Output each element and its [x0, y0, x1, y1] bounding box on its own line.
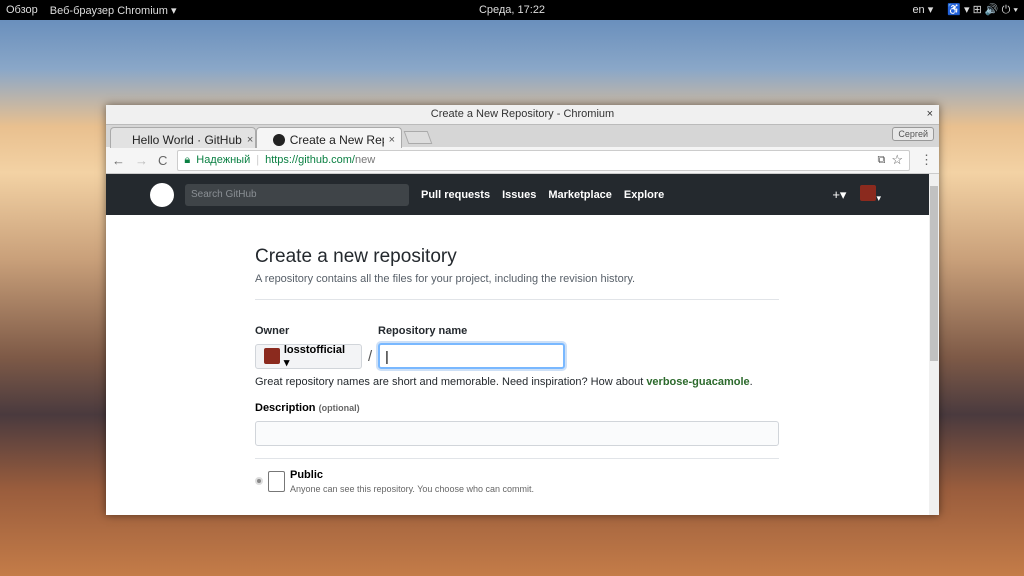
- description-label: Description: [255, 402, 316, 414]
- tab-hello-world[interactable]: Hello World · GitHub ×: [110, 127, 256, 148]
- browser-toolbar: ← → C 🔒︎ Надежный | https://github.com/n…: [106, 147, 939, 174]
- github-logo-icon[interactable]: [150, 182, 174, 207]
- create-new-button[interactable]: +▾: [832, 187, 846, 203]
- optional-label: (optional): [318, 403, 360, 413]
- reload-button[interactable]: C: [158, 153, 167, 168]
- vertical-scrollbar[interactable]: [929, 174, 939, 515]
- avatar: [860, 185, 877, 201]
- description-input[interactable]: [255, 421, 779, 446]
- lock-icon: 🔒︎: [184, 153, 191, 166]
- public-description: Anyone can see this repository. You choo…: [290, 484, 534, 494]
- avatar: [264, 348, 280, 364]
- menu-icon[interactable]: ⋮: [920, 152, 933, 168]
- back-button[interactable]: ←: [112, 153, 125, 168]
- slash-separator: /: [368, 347, 373, 365]
- window-titlebar: Create a New Repository - Chromium ×: [106, 105, 939, 124]
- tab-close-button[interactable]: ×: [247, 134, 253, 146]
- github-header: Search GitHub Pull requests Issues Marke…: [106, 174, 929, 215]
- system-top-bar: Обзор Веб-браузер Chromium ▾ Среда, 17:2…: [0, 0, 1024, 20]
- app-menu[interactable]: Веб-браузер Chromium ▾: [50, 4, 177, 17]
- owner-dropdown[interactable]: losstofficial ▾: [255, 343, 362, 369]
- tab-close-button[interactable]: ×: [389, 134, 395, 146]
- page-subtitle: A repository contains all the files for …: [255, 273, 636, 285]
- page-title: Create a new repository: [255, 246, 457, 267]
- github-icon: [273, 133, 285, 146]
- new-repository-form: Create a new repository A repository con…: [255, 246, 779, 494]
- tab-strip: Hello World · GitHub × Create a New Repo…: [106, 124, 939, 148]
- new-tab-button[interactable]: [403, 131, 433, 144]
- activities-button[interactable]: Обзор: [6, 4, 38, 16]
- translate-icon[interactable]: ⧉: [877, 154, 885, 167]
- tab-create-repository[interactable]: Create a New Repository ×: [256, 127, 402, 148]
- nav-issues[interactable]: Issues: [502, 189, 536, 201]
- window-close-button[interactable]: ×: [927, 105, 933, 124]
- url[interactable]: https://github.com/new: [265, 154, 375, 166]
- name-suggestion[interactable]: verbose-guacamole: [646, 376, 749, 388]
- page-content: Search GitHub Pull requests Issues Marke…: [106, 174, 929, 515]
- repo-book-icon: [268, 471, 285, 492]
- address-bar[interactable]: 🔒︎ Надежный | https://github.com/new ⧉ ☆: [177, 149, 910, 171]
- repo-name-label: Repository name: [378, 325, 468, 337]
- language-selector[interactable]: en ▾: [912, 3, 933, 17]
- profile-button[interactable]: Сергей: [892, 127, 934, 141]
- public-label: Public: [290, 469, 324, 481]
- search-input[interactable]: Search GitHub: [185, 183, 409, 206]
- repo-name-input[interactable]: |: [378, 343, 566, 369]
- forward-button[interactable]: →: [135, 153, 148, 168]
- owner-label: Owner: [255, 325, 290, 337]
- scrollbar-thumb[interactable]: [930, 186, 938, 361]
- name-hint: Great repository names are short and mem…: [255, 376, 753, 388]
- secure-label: Надежный: [196, 154, 251, 166]
- public-option[interactable]: Public Anyone can see this repository. Y…: [255, 469, 779, 494]
- system-indicators[interactable]: ♿ ▾ ⊞ 🔊 ⏻ ▾: [947, 3, 1018, 17]
- nav-marketplace[interactable]: Marketplace: [548, 189, 612, 201]
- nav-pull-requests[interactable]: Pull requests: [421, 189, 490, 201]
- bookmark-star-icon[interactable]: ☆: [891, 152, 903, 168]
- user-menu[interactable]: ▾: [860, 185, 881, 204]
- nav-explore[interactable]: Explore: [624, 189, 664, 201]
- tab-title: Hello World · GitHub: [132, 132, 242, 147]
- public-radio[interactable]: [255, 477, 263, 485]
- window-title: Create a New Repository - Chromium: [430, 108, 615, 120]
- browser-window: Create a New Repository - Chromium × Hel…: [106, 105, 939, 515]
- tab-title: Create a New Repository: [289, 132, 384, 147]
